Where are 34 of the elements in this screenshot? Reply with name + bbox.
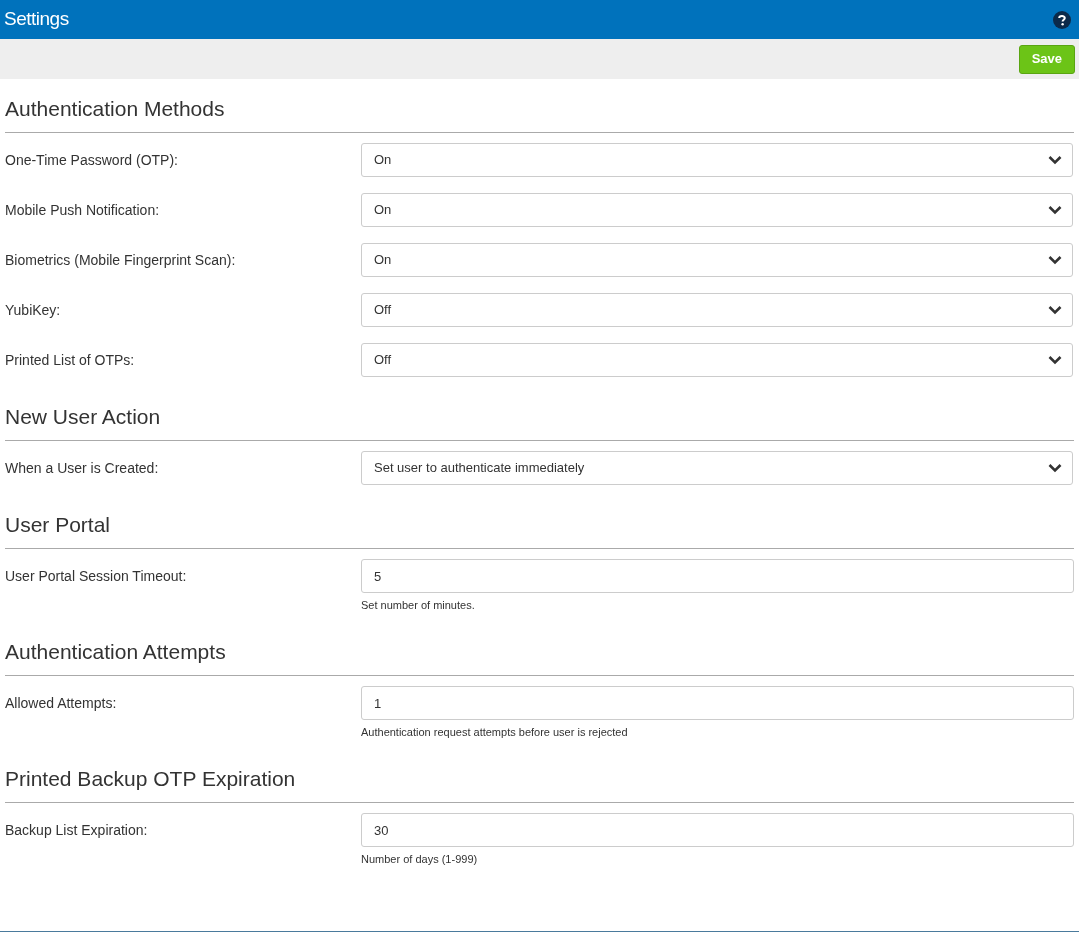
field-label: YubiKey: [5,300,61,320]
chevron-down-icon [1048,355,1062,365]
chevron-down-icon [1048,205,1062,215]
section-heading: New User Action [5,405,161,428]
dropdown[interactable]: On [361,193,1073,227]
section-heading: Printed Backup OTP Expiration [5,767,296,790]
input-field[interactable]: 5 [361,559,1074,593]
field-label: Backup List Expiration: [5,820,148,840]
help-text: Authentication request attempts before user is rejected [361,725,628,739]
help-text: Number of days (1-999) [361,852,478,866]
help-text: Set number of minutes. [361,598,475,612]
chevron-down-icon [1048,255,1062,265]
field-label: Mobile Push Notification: [5,200,160,220]
field-label: Printed List of OTPs: [5,350,135,370]
field-label: When a User is Created: [5,458,159,478]
dropdown[interactable]: On [361,143,1073,177]
chevron-down-icon [1048,155,1062,165]
field-label: Allowed Attempts: [5,693,117,713]
help-icon[interactable] [1053,10,1071,29]
input-field[interactable]: 30 [361,813,1074,847]
dropdown[interactable]: Off [361,293,1073,327]
input-field[interactable]: 1 [361,686,1074,720]
dropdown[interactable]: On [361,243,1073,277]
section-heading: Authentication Attempts [5,640,226,663]
field-label: One-Time Password (OTP): [5,150,178,170]
field-label: User Portal Session Timeout: [5,566,187,586]
section-heading: User Portal [5,513,111,536]
chevron-down-icon [1048,463,1062,473]
chevron-down-icon [1048,305,1062,315]
dropdown[interactable]: Set user to authenticate immediately [361,451,1073,485]
page-title: Settings [4,7,69,32]
field-label: Biometrics (Mobile Fingerprint Scan): [5,250,236,270]
dropdown[interactable]: Off [361,343,1073,377]
section-heading: Authentication Methods [5,97,225,120]
